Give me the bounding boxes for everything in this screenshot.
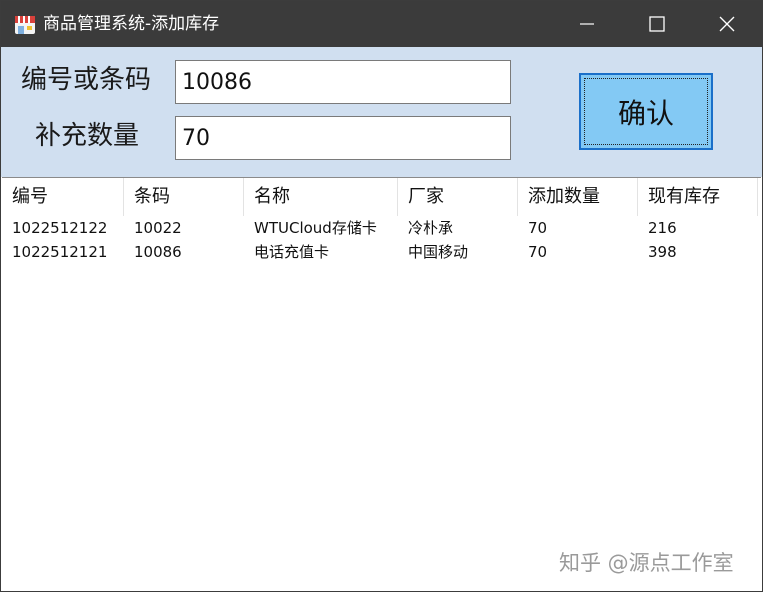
code-label: 编号或条码 <box>21 65 152 95</box>
cell-barcode: 10086 <box>134 243 182 261</box>
maximize-icon <box>649 16 665 32</box>
table-row[interactable]: 1022512121 10086 电话充值卡 中国移动 70 398 <box>2 240 761 264</box>
cell-manufacturer: 中国移动 <box>408 243 469 261</box>
store-icon <box>13 12 37 36</box>
close-button[interactable] <box>692 1 762 47</box>
quantity-label: 补充数量 <box>35 121 140 151</box>
column-header-current-stock[interactable]: 现有库存 <box>638 178 758 216</box>
table-row[interactable]: 1022512122 10022 WTUCloud存储卡 冷朴承 70 216 <box>2 216 761 240</box>
list-header: 编号 条码 名称 厂家 添加数量 现有库存 <box>2 178 761 216</box>
column-header-name[interactable]: 名称 <box>244 178 398 216</box>
cell-added-qty: 70 <box>528 243 548 261</box>
column-header-id[interactable]: 编号 <box>2 178 124 216</box>
cell-barcode: 10022 <box>134 219 182 237</box>
app-window: 商品管理系统-添加库存 编号或条码 补充数量 确认 编号 <box>0 0 763 592</box>
input-form-panel: 编号或条码 补充数量 确认 <box>1 47 762 177</box>
cell-current-stock: 398 <box>648 243 677 261</box>
column-header-manufacturer[interactable]: 厂家 <box>398 178 518 216</box>
maximize-button[interactable] <box>622 1 692 47</box>
inventory-list[interactable]: 编号 条码 名称 厂家 添加数量 现有库存 1022512122 10022 W… <box>2 177 761 591</box>
title-bar[interactable]: 商品管理系统-添加库存 <box>1 1 762 47</box>
confirm-button-label: 确认 <box>617 96 674 130</box>
cell-name: WTUCloud存储卡 <box>254 219 377 237</box>
cell-manufacturer: 冷朴承 <box>408 219 454 237</box>
cell-current-stock: 216 <box>648 219 677 237</box>
code-input[interactable] <box>175 60 511 104</box>
confirm-button[interactable]: 确认 <box>579 73 713 150</box>
cell-added-qty: 70 <box>528 219 548 237</box>
cell-id: 1022512122 <box>12 219 108 237</box>
cell-id: 1022512121 <box>12 243 108 261</box>
quantity-input[interactable] <box>175 116 511 160</box>
minimize-icon <box>580 17 594 31</box>
close-icon <box>719 16 735 32</box>
column-header-added-qty[interactable]: 添加数量 <box>518 178 638 216</box>
watermark: 知乎 @源点工作室 <box>559 551 734 575</box>
column-header-barcode[interactable]: 条码 <box>124 178 244 216</box>
window-title: 商品管理系统-添加库存 <box>43 14 220 34</box>
minimize-button[interactable] <box>552 1 622 47</box>
cell-name: 电话充值卡 <box>254 243 330 261</box>
